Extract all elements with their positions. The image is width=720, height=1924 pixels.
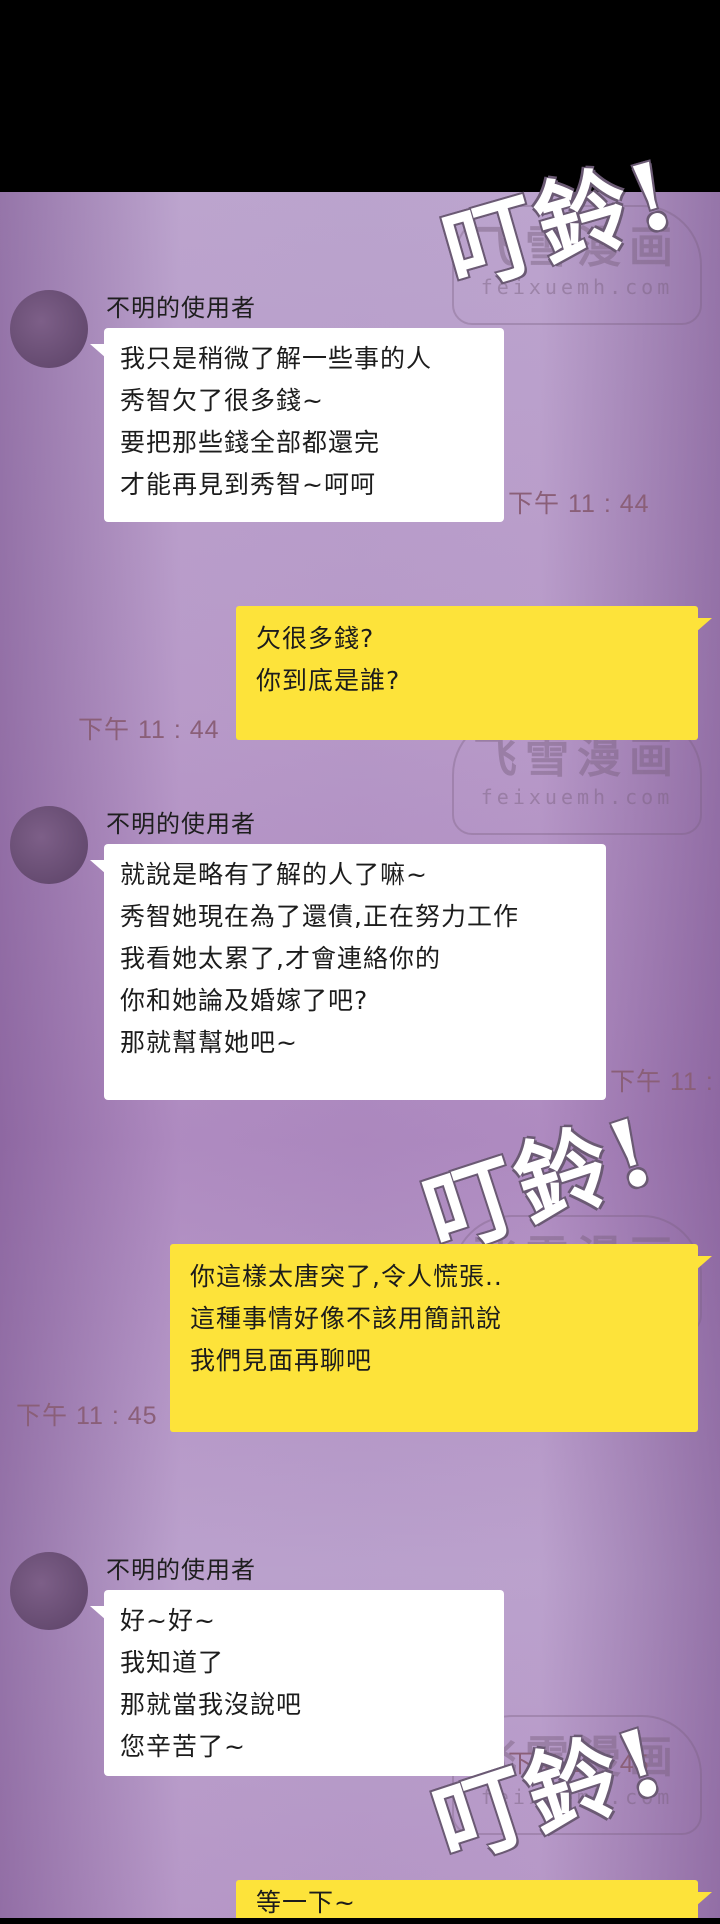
incoming-message-bubble[interactable]: 好~好~ 我知道了 那就當我沒說吧 您辛苦了~ <box>90 1590 504 1776</box>
message-line: 我看她太累了,才會連絡你的 <box>120 944 441 973</box>
message-line: 我們見面再聊吧 <box>190 1346 373 1375</box>
message-line: 我只是稍微了解一些事的人 <box>120 344 433 373</box>
message-line: 就說是略有了解的人了嘛~ <box>120 860 428 889</box>
message-line: 你這樣太唐突了,令人慌張.. <box>190 1262 503 1291</box>
message-line: 要把那些錢全部都還完 <box>120 428 381 457</box>
sender-name: 不明的使用者 <box>106 1556 256 1584</box>
incoming-message-bubble[interactable]: 就說是略有了解的人了嘛~ 秀智她現在為了還債,正在努力工作 我看她太累了,才會連… <box>90 844 606 1100</box>
message-line: 秀智欠了很多錢~ <box>120 386 324 415</box>
message-line: 這種事情好像不該用簡訊說 <box>190 1304 503 1333</box>
message-timestamp: 下午 11 : 44 <box>78 716 220 744</box>
incoming-message-bubble[interactable]: 我只是稍微了解一些事的人 秀智欠了很多錢~ 要把那些錢全部都還完 才能再見到秀智… <box>90 328 504 522</box>
message-line: 那就幫幫她吧~ <box>120 1028 298 1057</box>
message-timestamp: 下午 11 : 44 <box>508 490 650 518</box>
sender-name: 不明的使用者 <box>106 294 256 322</box>
outgoing-message-bubble[interactable]: 你這樣太唐突了,令人慌張.. 這種事情好像不該用簡訊說 我們見面再聊吧 <box>170 1244 712 1432</box>
message-line: 才能再見到秀智~呵呵 <box>120 470 376 499</box>
sender-avatar[interactable] <box>10 290 88 368</box>
sender-name: 不明的使用者 <box>106 810 256 838</box>
message-line: 欠很多錢? <box>256 624 375 653</box>
outgoing-message-bubble[interactable]: 欠很多錢? 你到底是誰? <box>236 606 712 740</box>
sender-avatar[interactable] <box>10 1552 88 1630</box>
message-timestamp: 下午 11 : 45 <box>16 1402 158 1430</box>
message-line: 你和她論及婚嫁了吧? <box>120 986 369 1015</box>
message-line: 你到底是誰? <box>256 666 401 695</box>
message-line: 好~好~ <box>120 1606 216 1635</box>
sender-avatar[interactable] <box>10 806 88 884</box>
message-line: 秀智她現在為了還債,正在努力工作 <box>120 902 519 931</box>
message-line: 我知道了 <box>120 1648 225 1677</box>
message-line: 那就當我沒說吧 <box>120 1690 303 1719</box>
outgoing-message-bubble[interactable]: 等一下~ <box>236 1880 712 1918</box>
